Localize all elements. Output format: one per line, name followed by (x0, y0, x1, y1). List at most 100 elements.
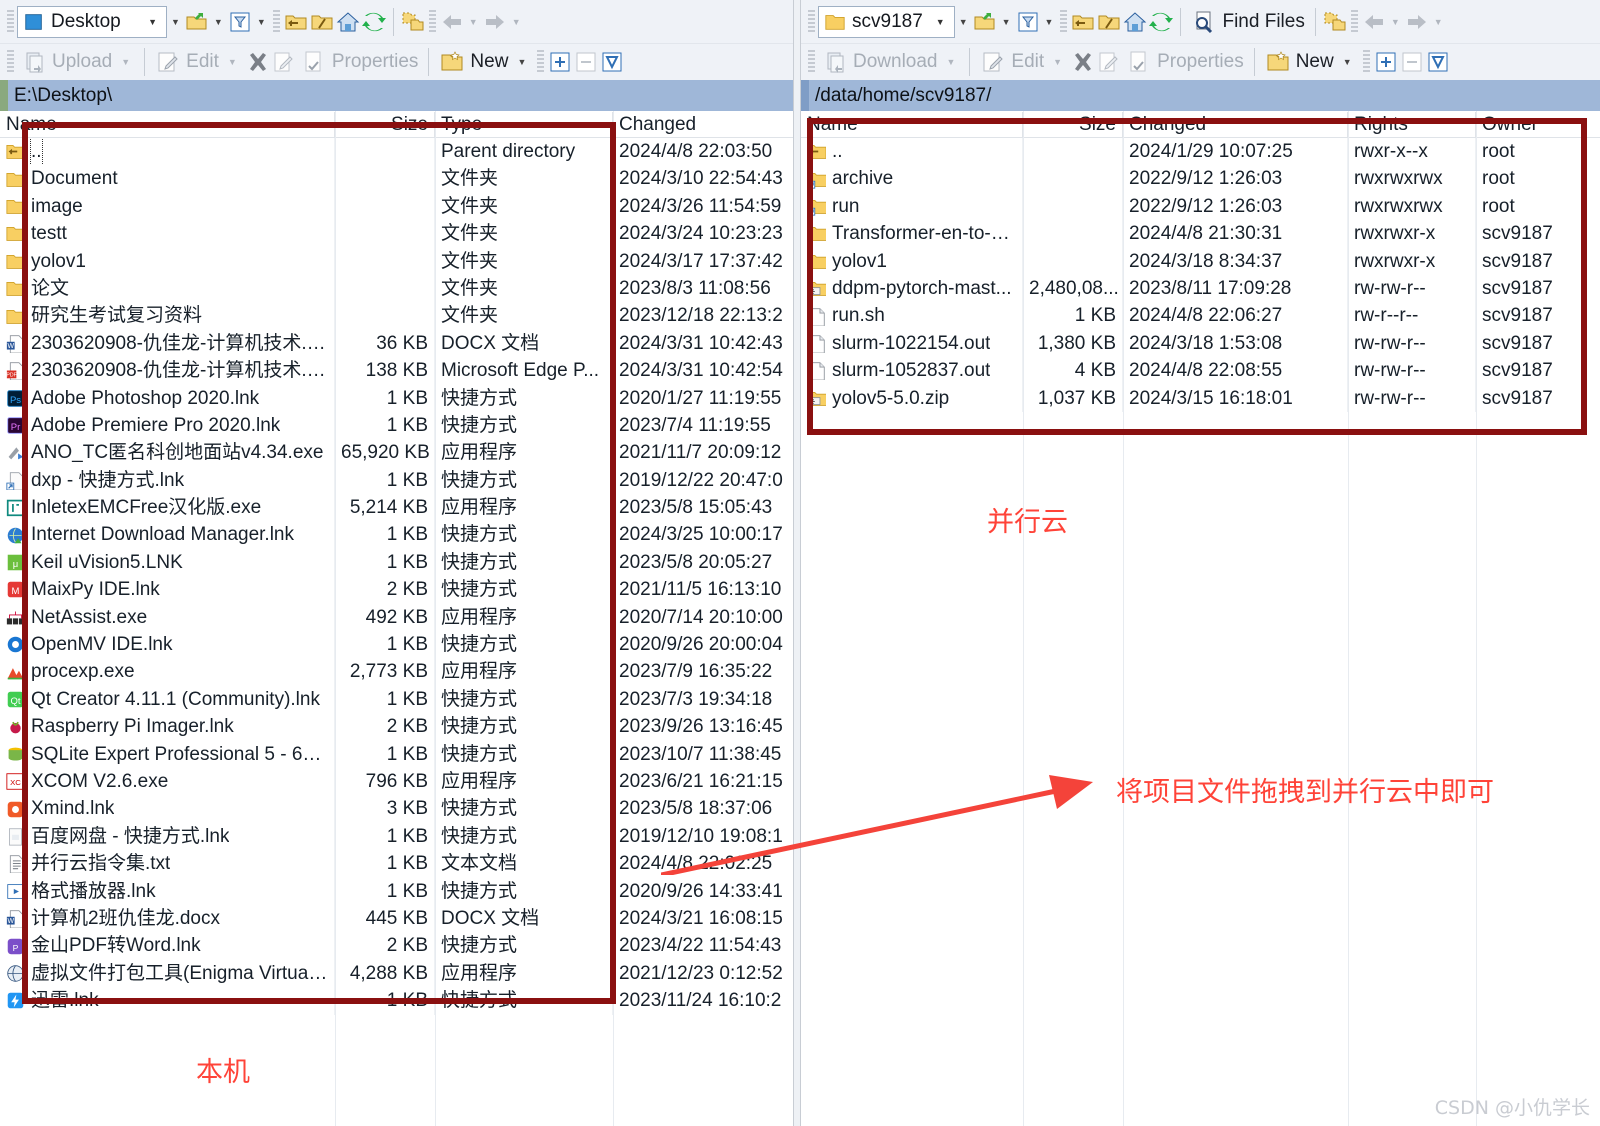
chevron-down-icon[interactable]: ▼ (167, 17, 184, 27)
table-row[interactable]: 百度网盘 - 快捷方式.lnk 1 KB 快捷方式 2019/12/10 19:08:… (0, 822, 793, 851)
toolbar-grip[interactable] (808, 50, 815, 74)
file-name-cell[interactable]: run.sh (801, 302, 1023, 330)
file-name-cell[interactable]: Raspberry Pi Imager.lnk (0, 713, 335, 741)
file-name-cell[interactable]: W 2303620908-仇佳龙-计算机技术.d... (0, 329, 335, 358)
file-name-cell[interactable]: slurm-1052837.out (801, 357, 1023, 385)
table-row[interactable]: M MaixPy IDE.lnk 2 KB 快捷方式 2021/11/5 16:13:1… (0, 576, 793, 604)
toolbar-grip[interactable] (808, 9, 815, 34)
home-icon[interactable] (1122, 10, 1148, 34)
file-name-cell[interactable]: 格式播放器.lnk (0, 877, 335, 905)
file-name-cell[interactable]: 并行云指令集.txt (0, 850, 335, 878)
file-name-cell[interactable]: .. (801, 138, 1023, 166)
chevron-down-icon[interactable]: ▼ (943, 57, 960, 67)
table-row[interactable]: testt 文件夹 2024/3/24 10:23:23 (0, 220, 793, 248)
table-row[interactable]: run 2022/9/12 1:26:03 rwxrwxrwx root (801, 192, 1600, 221)
chevron-down-icon[interactable]: ▼ (513, 57, 530, 67)
table-row[interactable]: yolov1 2024/3/18 8:34:37 rwxrwxr-x scv9187 (801, 247, 1600, 275)
table-row[interactable]: slurm-1052837.out 4 KB 2024/4/8 22:08:55 rw… (801, 357, 1600, 385)
local-drive-combo[interactable]: Desktop ▼ (17, 5, 167, 38)
table-row[interactable]: PDF 2303620908-仇佳龙-计算机技术.p... 138 KB Micros… (0, 357, 793, 385)
table-row[interactable]: archive 2022/9/12 1:26:03 rwxrwxrwx root (801, 165, 1600, 193)
file-name-cell[interactable]: OpenMV IDE.lnk (0, 631, 335, 659)
toolbar-grip[interactable] (7, 9, 14, 34)
table-row[interactable]: .. Parent directory 2024/4/8 22:03:50 (0, 138, 793, 166)
chevron-down-icon[interactable]: ▼ (253, 17, 270, 27)
file-name-cell[interactable]: ddpm-pytorch-mast... (801, 274, 1023, 303)
file-name-cell[interactable]: Transformer-en-to-c... (801, 220, 1023, 248)
properties-button[interactable]: Properties (1122, 48, 1248, 76)
invert-selection-icon[interactable] (1425, 50, 1451, 74)
table-row[interactable]: 论文 文件夹 2023/8/3 11:08:56 (0, 274, 793, 303)
table-row[interactable]: 格式播放器.lnk 1 KB 快捷方式 2020/9/26 14:33:41 (0, 877, 793, 905)
file-name-cell[interactable]: yolov1 (801, 247, 1023, 275)
table-row[interactable]: OpenMV IDE.lnk 1 KB 快捷方式 2020/9/26 20:00:04 (0, 631, 793, 659)
open-folder-icon[interactable] (972, 10, 998, 34)
toolbar-grip[interactable] (1060, 9, 1068, 34)
remote-file-list[interactable]: Name Size Changed Rights Owner .. 2024/1/… (801, 111, 1600, 1126)
column-header-name[interactable]: Name (801, 112, 1023, 137)
file-name-cell[interactable]: P 金山PDF转Word.lnk (0, 932, 335, 960)
local-file-list[interactable]: Name Size Type Changed .. Parent director… (0, 111, 793, 1126)
file-name-cell[interactable]: Ps Adobe Photoshop 2020.lnk (0, 384, 335, 412)
new-button[interactable]: New ▼ (435, 48, 534, 76)
toolbar-grip[interactable] (537, 50, 545, 74)
table-row[interactable]: .. 2024/1/29 10:07:25 rwxr-x--x root (801, 138, 1600, 166)
file-name-cell[interactable]: μ Keil uVision5.LNK (0, 548, 335, 577)
file-name-cell[interactable]: PDF 2303620908-仇佳龙-计算机技术.p... (0, 357, 335, 385)
file-name-cell[interactable]: SQLite Expert Professional 5 - 64... (0, 740, 335, 768)
file-name-cell[interactable]: archive (801, 165, 1023, 193)
copy-folder-icon[interactable] (400, 10, 426, 34)
table-row[interactable]: μ Keil uVision5.LNK 1 KB 快捷方式 2023/5/8 20:05… (0, 548, 793, 577)
file-name-cell[interactable]: dxp - 快捷方式.lnk (0, 466, 335, 495)
file-name-cell[interactable]: yolov1 (0, 247, 335, 275)
chevron-down-icon[interactable]: ▼ (141, 17, 164, 27)
chevron-down-icon[interactable]: ▼ (224, 57, 241, 67)
toolbar-grip[interactable] (1350, 9, 1358, 34)
table-row[interactable]: XC XCOM V2.6.exe 796 KB 应用程序 2023/6/21 16:21… (0, 767, 793, 796)
column-header-name[interactable]: Name (0, 112, 335, 137)
table-row[interactable]: 迅雷.lnk 1 KB 快捷方式 2023/11/24 16:10:2 (0, 987, 793, 1015)
column-header-size[interactable]: Size (1023, 112, 1123, 137)
edit-button[interactable]: Edit ▼ (976, 48, 1070, 76)
pane-divider[interactable] (793, 0, 801, 1126)
table-row[interactable]: Qt Qt Creator 4.11.1 (Community).lnk 1 KB 快… (0, 685, 793, 714)
x-delete-icon[interactable] (245, 50, 271, 74)
file-name-cell[interactable]: 研究生考试复习资料 (0, 302, 335, 330)
chevron-down-icon[interactable]: ▼ (998, 17, 1015, 27)
table-row[interactable]: run.sh 1 KB 2024/4/8 22:06:27 rw-r--r-- scv9… (801, 302, 1600, 330)
toolbar-grip[interactable] (428, 9, 436, 34)
select-plus-icon[interactable] (547, 50, 573, 74)
filter-icon[interactable] (1015, 10, 1041, 34)
table-row[interactable]: 虚拟文件打包工具(Enigma Virtual ... 4,288 KB 应用程序 2… (0, 959, 793, 988)
new-button[interactable]: New ▼ (1261, 48, 1360, 76)
toolbar-grip[interactable] (1362, 50, 1370, 74)
column-header-type[interactable]: Type (435, 112, 613, 137)
upload-button[interactable]: Upload ▼ (17, 48, 138, 76)
table-row[interactable]: yolov1 文件夹 2024/3/17 17:37:42 (0, 247, 793, 275)
table-row[interactable]: Ps Adobe Photoshop 2020.lnk 1 KB 快捷方式 2020/1… (0, 384, 793, 412)
table-row[interactable]: Raspberry Pi Imager.lnk 2 KB 快捷方式 2023/9/26… (0, 713, 793, 741)
table-row[interactable]: ANO_TC匿名科创地面站v4.34.exe 65,920 KB 应用程序 2021/… (0, 439, 793, 467)
copy-folder-icon[interactable] (1322, 10, 1348, 34)
home-icon[interactable] (335, 10, 361, 34)
table-row[interactable]: Document 文件夹 2024/3/10 22:54:43 (0, 165, 793, 193)
chevron-down-icon[interactable]: ▼ (955, 17, 972, 27)
file-name-cell[interactable]: .. (0, 138, 335, 166)
file-name-cell[interactable]: M MaixPy IDE.lnk (0, 576, 335, 604)
filter-icon[interactable] (227, 10, 253, 34)
file-name-cell[interactable]: Xmind.lnk (0, 795, 335, 823)
table-row[interactable]: Xmind.lnk 3 KB 快捷方式 2023/5/8 18:37:06 (0, 795, 793, 823)
column-header-rights[interactable]: Rights (1348, 112, 1476, 137)
file-name-cell[interactable]: W 计算机2班仇佳龙.docx (0, 904, 335, 933)
chevron-down-icon[interactable]: ▼ (929, 17, 952, 27)
edit-button[interactable]: Edit ▼ (151, 48, 245, 76)
parent-folder-icon[interactable] (283, 10, 309, 34)
file-name-cell[interactable]: yolov5-5.0.zip (801, 384, 1023, 412)
column-header-size[interactable]: Size (335, 112, 435, 137)
file-name-cell[interactable]: Document (0, 165, 335, 193)
chevron-down-icon[interactable]: ▼ (117, 57, 134, 67)
remote-session-combo[interactable]: scv9187 ▼ (818, 5, 955, 38)
root-folder-icon[interactable] (1096, 10, 1122, 34)
toolbar-grip[interactable] (7, 50, 14, 74)
file-name-cell[interactable]: slurm-1022154.out (801, 329, 1023, 358)
